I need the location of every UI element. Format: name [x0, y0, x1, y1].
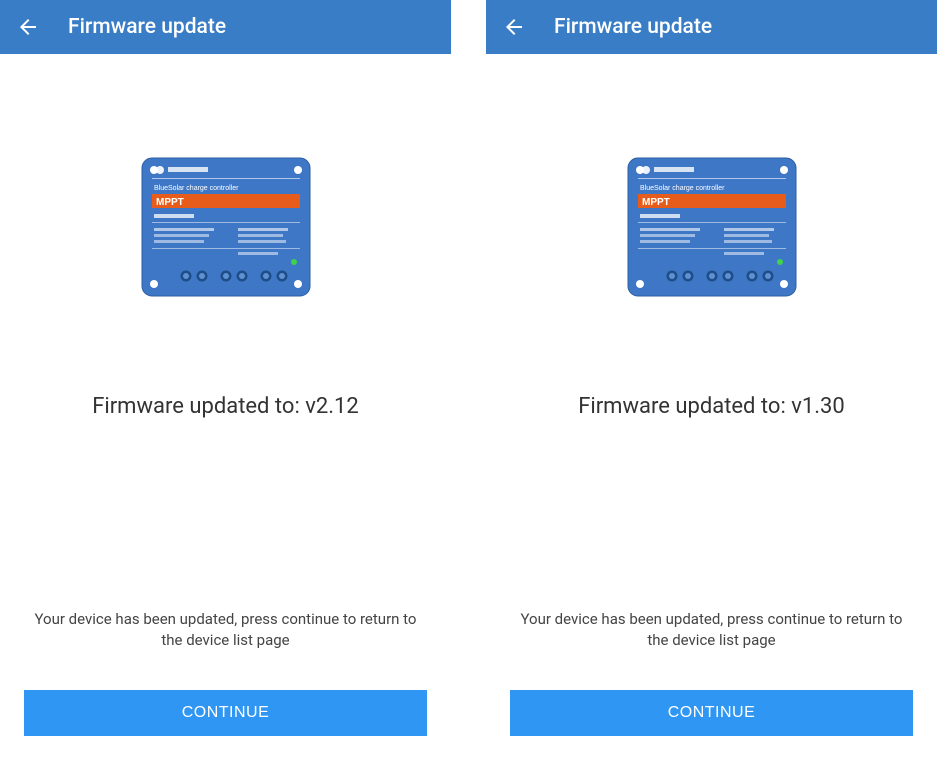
content-area: BlueSolar charge controller MPPT — [486, 54, 937, 760]
back-icon[interactable] — [16, 15, 40, 39]
device-image: BlueSolar charge controller MPPT — [138, 154, 314, 300]
device-model-text: MPPT — [156, 197, 184, 208]
app-bar: Firmware update — [486, 0, 937, 54]
device-model-text: MPPT — [642, 197, 670, 208]
page-title: Firmware update — [554, 15, 712, 39]
instruction-text: Your device has been updated, press cont… — [510, 609, 913, 653]
continue-button[interactable]: CONTINUE — [24, 690, 427, 736]
page-title: Firmware update — [68, 15, 226, 39]
continue-button[interactable]: CONTINUE — [510, 690, 913, 736]
updated-heading: Firmware updated to: v2.12 — [92, 394, 359, 419]
screen-left: Firmware update BlueSolar charge control… — [0, 0, 451, 760]
device-brand-text: BlueSolar charge controller — [640, 185, 725, 192]
back-icon[interactable] — [502, 15, 526, 39]
content-area: BlueSolar charge controller MPPT — [0, 54, 451, 760]
device-brand-text: BlueSolar charge controller — [154, 185, 239, 192]
screen-right: Firmware update BlueSolar charge control… — [486, 0, 937, 760]
updated-heading: Firmware updated to: v1.30 — [578, 394, 845, 419]
app-bar: Firmware update — [0, 0, 451, 54]
instruction-text: Your device has been updated, press cont… — [24, 609, 427, 653]
device-image: BlueSolar charge controller MPPT — [624, 154, 800, 300]
